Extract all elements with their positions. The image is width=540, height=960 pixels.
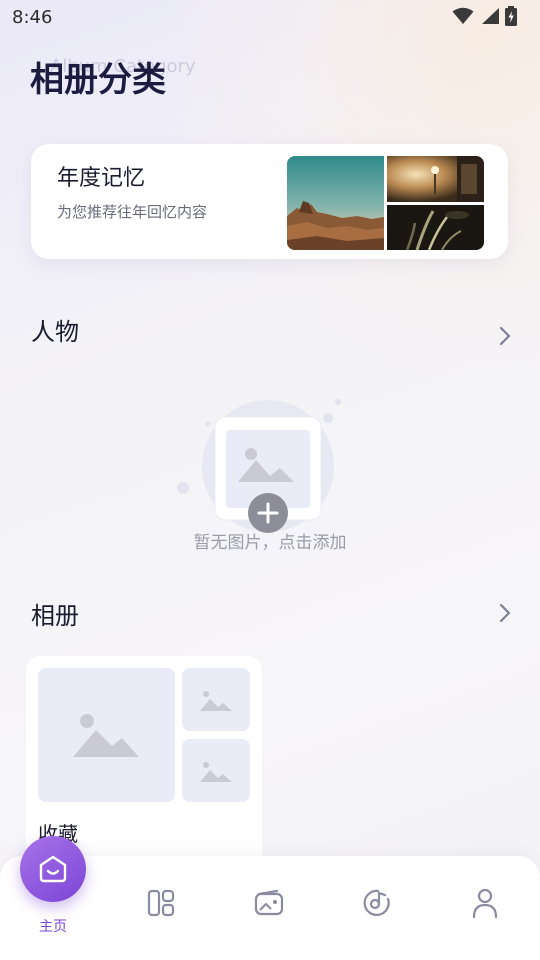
page-title: 相册分类 [30,60,166,100]
album-thumb-placeholder [182,739,250,802]
signal-icon [482,8,499,24]
annual-memory-card[interactable]: 年度记忆 为您推荐往年回忆内容 [31,144,508,259]
memory-card-subtitle: 为您推荐往年回忆内容 [57,203,208,221]
nav-home-button[interactable] [20,836,86,902]
grid-layout-icon [147,889,175,917]
wifi-icon [452,7,474,24]
home-smile-icon [39,855,67,883]
disc-music-icon [363,889,390,917]
album-cover-placeholder [38,668,175,802]
people-section-title: 人物 [31,318,79,346]
title-area: Album Category 相册分类 [30,52,196,101]
status-bar: 8:46 [0,0,540,36]
people-chevron-right-icon[interactable] [496,325,514,347]
album-thumb-placeholder [182,668,250,731]
status-icons [452,6,517,26]
nav-home-label[interactable]: 主页 [26,916,80,936]
wallet-photo-icon [254,889,284,916]
nav-profile-button[interactable] [468,886,502,920]
memory-photo-desert[interactable] [287,156,384,250]
battery-icon [505,6,517,26]
nav-categories-button[interactable] [144,886,178,920]
memory-card-title: 年度记忆 [57,166,146,191]
nav-wallet-button[interactable] [252,886,286,920]
memory-photo-room[interactable] [387,156,484,202]
albums-section-title: 相册 [31,602,79,630]
people-empty-text: 暂无图片，点击添加 [193,533,347,553]
albums-chevron-right-icon[interactable] [496,602,514,624]
nav-music-button[interactable] [360,886,394,920]
status-time: 8:46 [12,7,53,28]
memory-photo-plant[interactable] [387,205,484,250]
person-icon [472,888,498,919]
